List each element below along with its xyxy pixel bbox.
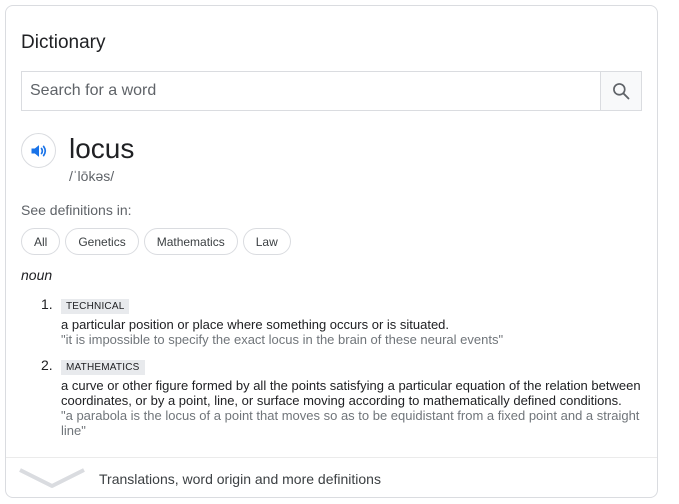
definition-item: 2. MATHEMATICS a curve or other figure f…	[21, 357, 646, 438]
see-definitions-label: See definitions in:	[21, 202, 132, 218]
chip-law[interactable]: Law	[242, 228, 291, 255]
card-title: Dictionary	[21, 32, 106, 53]
dictionary-card: Dictionary locus /ˈlōkəs/ See definition…	[5, 5, 658, 498]
definition-text: a particular position or place where som…	[61, 317, 450, 332]
search-icon	[613, 83, 630, 100]
chip-mathematics[interactable]: Mathematics	[143, 228, 238, 255]
definitions-list: 1. TECHNICAL a particular position or pl…	[21, 296, 646, 448]
search-button[interactable]	[600, 72, 641, 110]
search-box	[21, 71, 642, 111]
chip-all[interactable]: All	[21, 228, 61, 255]
definition-source-chips: All Genetics Mathematics Law	[21, 228, 291, 255]
definition-label: MATHEMATICS	[61, 360, 145, 375]
more-definitions-footer[interactable]: Translations, word origin and more defin…	[6, 457, 657, 497]
definition-number: 1.	[41, 296, 53, 312]
search-input[interactable]	[22, 72, 600, 110]
chevron-down-icon	[19, 468, 85, 488]
pronunciation-button[interactable]	[21, 133, 56, 168]
definition-item: 1. TECHNICAL a particular position or pl…	[21, 296, 646, 347]
phonetic-spelling: /ˈlōkəs/	[69, 168, 115, 184]
chip-genetics[interactable]: Genetics	[65, 228, 139, 255]
headword: locus	[69, 133, 135, 164]
more-definitions-text: Translations, word origin and more defin…	[99, 471, 381, 487]
definition-number: 2.	[41, 357, 53, 373]
definition-example: "a parabola is the locus of a point that…	[61, 408, 640, 438]
part-of-speech: noun	[21, 267, 53, 283]
definition-text: a curve or other figure formed by all th…	[61, 378, 641, 408]
definition-label: TECHNICAL	[61, 299, 130, 314]
definition-example: "it is impossible to specify the exact l…	[61, 332, 504, 347]
speaker-icon	[31, 144, 46, 157]
